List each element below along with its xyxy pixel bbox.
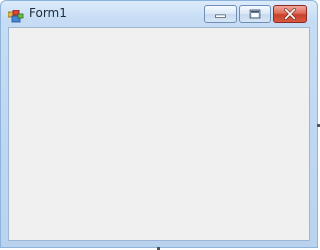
- maximize-button[interactable]: [239, 5, 271, 23]
- form-window: Form1: [0, 0, 318, 248]
- close-button[interactable]: [273, 5, 307, 23]
- window-title: Form1: [29, 6, 67, 20]
- close-icon: [284, 8, 296, 20]
- maximize-icon: [249, 9, 261, 19]
- form-app-icon[interactable]: [7, 8, 24, 23]
- minimize-button[interactable]: [204, 5, 237, 23]
- title-bar[interactable]: Form1: [1, 1, 317, 27]
- minimize-icon: [215, 14, 226, 18]
- form-client-area[interactable]: [8, 27, 310, 241]
